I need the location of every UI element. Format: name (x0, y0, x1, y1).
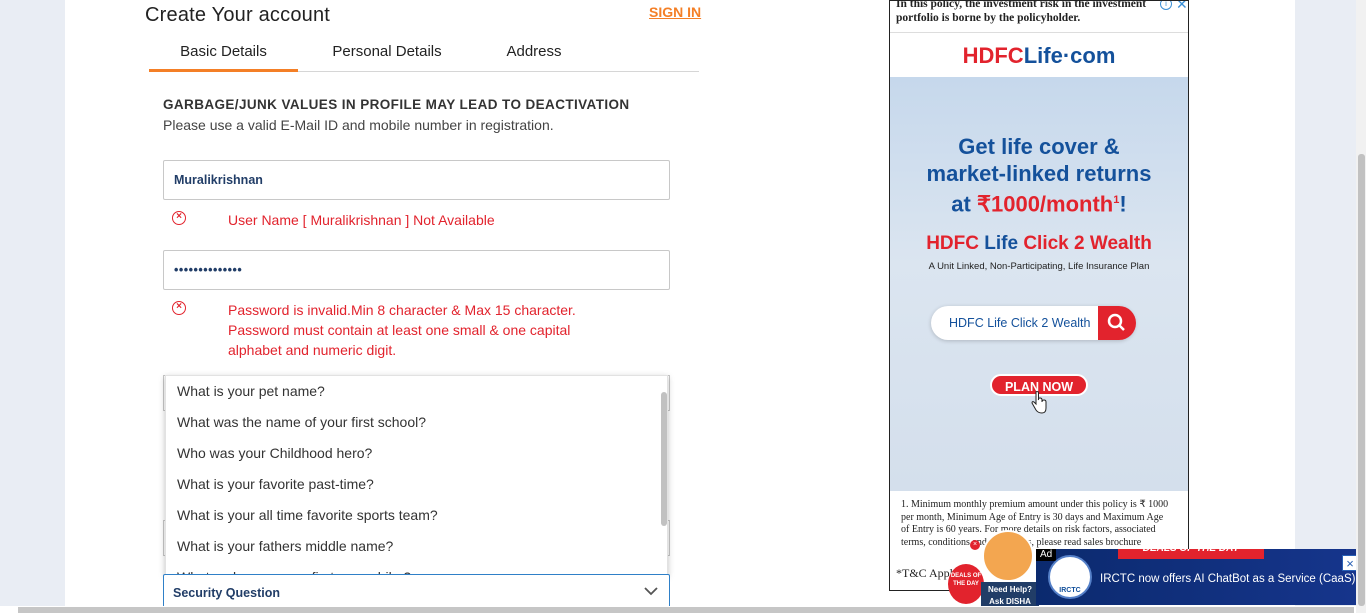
select-value: Security Question (173, 586, 280, 600)
disha-label-line: Need Help? (987, 585, 1032, 594)
headline-price: ₹1000/month (976, 191, 1114, 217)
horizontal-scrollbar-thumb[interactable] (18, 607, 1354, 613)
notice-heading: GARBAGE/JUNK VALUES IN PROFILE MAY LEAD … (163, 97, 630, 112)
error-icon: × (172, 211, 186, 225)
brand-wealth: Wealth (1089, 233, 1152, 254)
security-question-dropdown-list[interactable]: What is your pet name? What was the name… (165, 375, 668, 575)
headline-suffix: ! (1119, 191, 1127, 217)
ad-search-button[interactable] (1098, 306, 1136, 340)
close-icon[interactable]: × (970, 540, 980, 550)
irctc-banner-ad[interactable]: Ad DEALS OF THE DAY IRCTC IRCTC now offe… (1036, 549, 1360, 605)
brand-2: 2 (1074, 233, 1085, 254)
vertical-scrollbar-thumb[interactable] (1358, 154, 1365, 606)
registration-tabs: Basic Details Personal Details Address (149, 38, 699, 72)
banner-text: IRCTC now offers AI ChatBot as a Service… (1100, 573, 1356, 585)
irctc-logo-text: IRCTC (1059, 587, 1081, 594)
logo-hdfc: HDFC (962, 43, 1024, 68)
logo-com: ·com (1062, 43, 1116, 68)
password-error-line: alphabet and numeric digit. (228, 342, 397, 358)
error-icon: × (172, 301, 186, 315)
notice-subtext: Please use a valid E-Mail ID and mobile … (163, 117, 554, 133)
password-input[interactable] (163, 250, 670, 290)
dropdown-scrollbar[interactable] (661, 392, 667, 526)
info-icon[interactable]: i (1160, 1, 1172, 10)
form-header: Create Your account SIGN IN (145, 4, 705, 27)
password-error: Password is invalid.Min 8 character & Ma… (228, 300, 628, 360)
ad-brand: HDFC Life Click 2 Wealth (890, 233, 1188, 255)
tab-personal-details[interactable]: Personal Details (314, 38, 460, 72)
search-icon (1107, 313, 1125, 331)
headline-line: at ₹1000/month1! (890, 187, 1188, 217)
disha-chat-widget[interactable]: DEALS OF THE DAY × Need Help? Ask DISHA (948, 530, 1039, 608)
username-error: User Name [ Muralikrishnan ] Not Availab… (228, 212, 495, 228)
dropdown-option[interactable]: What is your favorite past-time? (166, 469, 667, 500)
dropdown-option[interactable]: What is your all time favorite sports te… (166, 500, 667, 531)
security-question-select[interactable]: Security Question (163, 574, 670, 610)
page-title: Create Your account (145, 4, 331, 26)
ad-headline: Get life cover & market-linked returns a… (890, 133, 1188, 217)
banner-deals-label: DEALS OF THE DAY (1118, 549, 1264, 559)
disha-avatar[interactable] (982, 530, 1034, 582)
dropdown-option[interactable]: What was the name of your first school? (166, 407, 667, 438)
dropdown-option[interactable]: Who was your Childhood hero? (166, 438, 667, 469)
logo-life: Life (1023, 43, 1063, 68)
dropdown-option[interactable]: What is your pet name? (166, 376, 667, 407)
deals-of-day-badge[interactable]: DEALS OF THE DAY (948, 564, 984, 604)
tab-address[interactable]: Address (479, 38, 589, 72)
password-error-line: Password must contain at least one small… (228, 322, 571, 338)
tab-basic-details[interactable]: Basic Details (149, 38, 298, 72)
hdfc-life-ad[interactable]: In this policy, the investment risk in t… (889, 0, 1189, 591)
ad-search-text: HDFC Life Click 2 Wealth (949, 316, 1091, 330)
chevron-down-icon (644, 587, 658, 596)
disha-label[interactable]: Need Help? Ask DISHA (981, 582, 1039, 608)
brand-click: Click (1023, 233, 1069, 254)
close-icon[interactable]: ✕ (1176, 1, 1188, 13)
headline-line: Get life cover & (958, 134, 1120, 159)
password-error-line: Password is invalid.Min 8 character & Ma… (228, 302, 576, 318)
hdfc-life-logo: HDFCLife·com (890, 32, 1188, 77)
irctc-logo: IRCTC (1048, 555, 1092, 599)
hand-cursor-icon (1031, 391, 1047, 414)
sign-in-link[interactable]: SIGN IN (649, 4, 701, 20)
ad-hero: Get life cover & market-linked returns a… (890, 77, 1188, 491)
headline-prefix: at (951, 191, 971, 217)
ad-disclaimer: In this policy, the investment risk in t… (896, 0, 1147, 24)
ad-plan-description: A Unit Linked, Non-Participating, Life I… (928, 261, 1150, 272)
brand-life: Life (984, 233, 1019, 254)
ad-tag: Ad (1036, 549, 1057, 561)
headline-line: market-linked returns (926, 161, 1152, 186)
brand-hdfc: HDFC (926, 233, 979, 254)
dropdown-option[interactable]: What is your fathers middle name? (166, 531, 667, 562)
username-input[interactable] (163, 160, 670, 200)
